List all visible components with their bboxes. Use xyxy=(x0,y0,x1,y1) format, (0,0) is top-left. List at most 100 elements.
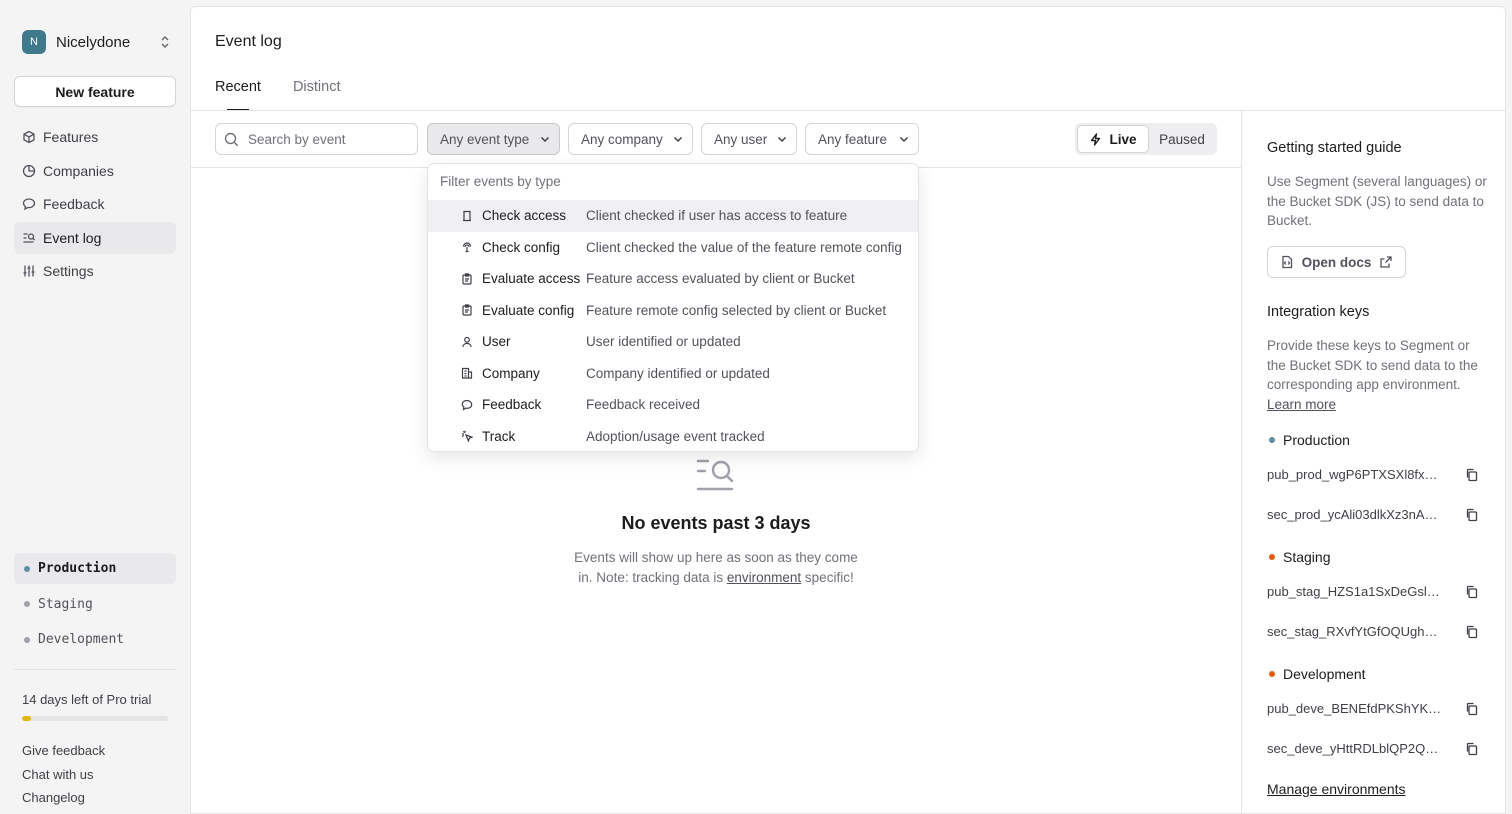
integration-keys-desc: Provide these keys to Segment or the Buc… xyxy=(1267,338,1478,392)
key-value: sec_prod_ycAli03dlkXz3nA… xyxy=(1267,507,1438,522)
environment-list: Production Staging Development xyxy=(14,553,176,660)
event-type-dropdown: Filter events by type Check access Clien… xyxy=(427,163,919,452)
feature-select[interactable]: Any feature xyxy=(805,123,919,155)
option-description: Company identified or updated xyxy=(586,365,770,381)
chevron-down-icon xyxy=(777,136,787,143)
option-description: Feature remote config selected by client… xyxy=(586,302,887,318)
org-avatar: N xyxy=(22,30,46,54)
chevron-up-down-icon xyxy=(161,36,169,48)
env-heading-staging: Staging xyxy=(1269,549,1330,565)
staging-status-dot xyxy=(24,601,30,607)
sidebar-item-event-log[interactable]: Event log xyxy=(14,221,176,254)
key-row: sec_prod_ycAli03dlkXz3nA… xyxy=(1267,507,1479,522)
empty-state-description: Events will show up here as soon as they… xyxy=(566,548,866,588)
building-icon xyxy=(461,368,473,379)
right-column: Getting started guide Use Segment (sever… xyxy=(1241,111,1505,813)
copy-icon[interactable] xyxy=(1465,625,1479,639)
copy-icon[interactable] xyxy=(1465,702,1479,716)
sidebar-item-companies[interactable]: Companies xyxy=(14,155,176,187)
sidebar-item-feedback[interactable]: Feedback xyxy=(14,188,176,220)
copy-icon[interactable] xyxy=(1465,508,1479,522)
user-icon xyxy=(462,336,472,347)
code-file-icon xyxy=(1281,255,1292,269)
paused-button[interactable]: Paused xyxy=(1149,132,1215,147)
env-heading-label: Production xyxy=(1283,432,1350,448)
user-select[interactable]: Any user xyxy=(701,123,797,155)
pie-chart-icon xyxy=(22,164,36,177)
chat-bubble-icon xyxy=(461,399,473,411)
copy-icon[interactable] xyxy=(1465,468,1479,482)
option-name: Check config xyxy=(482,239,561,255)
event-type-select-value: Any event type xyxy=(440,131,530,147)
dropdown-option-evaluate-config[interactable]: Evaluate config Feature remote config se… xyxy=(428,295,918,327)
development-status-dot xyxy=(1269,671,1275,677)
learn-more-link[interactable]: Learn more xyxy=(1267,397,1336,412)
lightning-icon xyxy=(1091,132,1101,146)
trial-progress-bar xyxy=(22,716,168,721)
option-name: Company xyxy=(482,365,540,381)
dropdown-option-company[interactable]: Company Company identified or updated xyxy=(428,358,918,390)
manage-environments-link[interactable]: Manage environments xyxy=(1267,781,1406,797)
integration-keys-text: Provide these keys to Segment or the Buc… xyxy=(1267,336,1487,414)
user-select-value: Any user xyxy=(714,131,768,147)
search-input[interactable] xyxy=(248,131,408,147)
chat-with-us-link[interactable]: Chat with us xyxy=(22,767,105,791)
tab-distinct[interactable]: Distinct xyxy=(293,79,341,111)
env-label: Development xyxy=(38,632,125,647)
copy-icon[interactable] xyxy=(1465,742,1479,756)
changelog-link[interactable]: Changelog xyxy=(22,790,105,814)
key-row: sec_stag_RXvfYtGfOQUghY… xyxy=(1267,624,1479,639)
env-heading-label: Development xyxy=(1283,666,1366,682)
live-label: Live xyxy=(1109,131,1137,147)
give-feedback-link[interactable]: Give feedback xyxy=(22,743,105,767)
sidebar-item-label: Settings xyxy=(43,263,94,279)
option-name: Check access xyxy=(482,208,567,224)
live-button[interactable]: Live xyxy=(1077,125,1149,153)
trial-progress-fill xyxy=(22,716,31,721)
event-type-select[interactable]: Any event type xyxy=(427,123,560,155)
search-icon xyxy=(224,132,239,146)
dropdown-option-user[interactable]: User User identified or updated xyxy=(428,326,918,358)
option-description: User identified or updated xyxy=(586,334,741,350)
broadcast-icon xyxy=(462,242,472,253)
environment-link[interactable]: environment xyxy=(727,570,801,585)
tab-bar: Recent Distinct xyxy=(215,79,373,111)
env-item-development[interactable]: Development xyxy=(14,624,176,655)
env-item-staging[interactable]: Staging xyxy=(14,589,176,620)
sidebar-item-settings[interactable]: Settings xyxy=(14,255,176,287)
chat-bubble-icon xyxy=(22,198,36,211)
dropdown-option-check-config[interactable]: Check config Client checked the value of… xyxy=(428,232,918,264)
open-docs-button[interactable]: Open docs xyxy=(1267,246,1406,278)
sidebar-divider xyxy=(14,669,176,670)
list-search-icon xyxy=(23,232,36,243)
clipboard-icon xyxy=(462,273,472,285)
dropdown-header: Filter events by type xyxy=(440,174,561,189)
dropdown-option-check-access[interactable]: Check access Client checked if user has … xyxy=(428,200,918,232)
tab-recent[interactable]: Recent xyxy=(215,79,261,111)
option-description: Feature access evaluated by client or Bu… xyxy=(586,271,855,287)
sidebar-item-features[interactable]: Features xyxy=(14,121,176,153)
dropdown-option-track[interactable]: Track Adoption/usage event tracked xyxy=(428,421,918,452)
company-select[interactable]: Any company xyxy=(568,123,693,155)
env-heading-label: Staging xyxy=(1283,549,1331,565)
org-switcher[interactable]: N Nicelydone xyxy=(22,30,172,54)
empty-state: No events past 3 days Events will show u… xyxy=(501,457,931,588)
copy-icon[interactable] xyxy=(1465,585,1479,599)
sidebar-item-label: Features xyxy=(43,129,99,145)
page-title: Event log xyxy=(215,33,282,50)
key-value: pub_stag_HZS1a1SxDeGsl5… xyxy=(1267,584,1445,599)
filters-bar: Any event type Any company Any user Any … xyxy=(191,111,1241,168)
getting-started-text: Use Segment (several languages) or the B… xyxy=(1267,174,1487,228)
option-name: Track xyxy=(482,428,516,444)
dropdown-option-feedback[interactable]: Feedback Feedback received xyxy=(428,389,918,421)
sliders-icon xyxy=(23,265,35,277)
list-search-icon xyxy=(696,459,734,491)
dropdown-option-evaluate-access[interactable]: Evaluate access Feature access evaluated… xyxy=(428,263,918,295)
new-feature-button[interactable]: New feature xyxy=(14,76,176,107)
env-item-production[interactable]: Production xyxy=(14,553,176,584)
integration-keys-title: Integration keys xyxy=(1267,304,1370,320)
search-box[interactable] xyxy=(215,123,418,155)
option-description: Feedback received xyxy=(586,397,701,413)
production-status-dot xyxy=(1269,437,1275,443)
sidebar-nav: Features Companies Feedback Event log Se… xyxy=(14,121,176,289)
